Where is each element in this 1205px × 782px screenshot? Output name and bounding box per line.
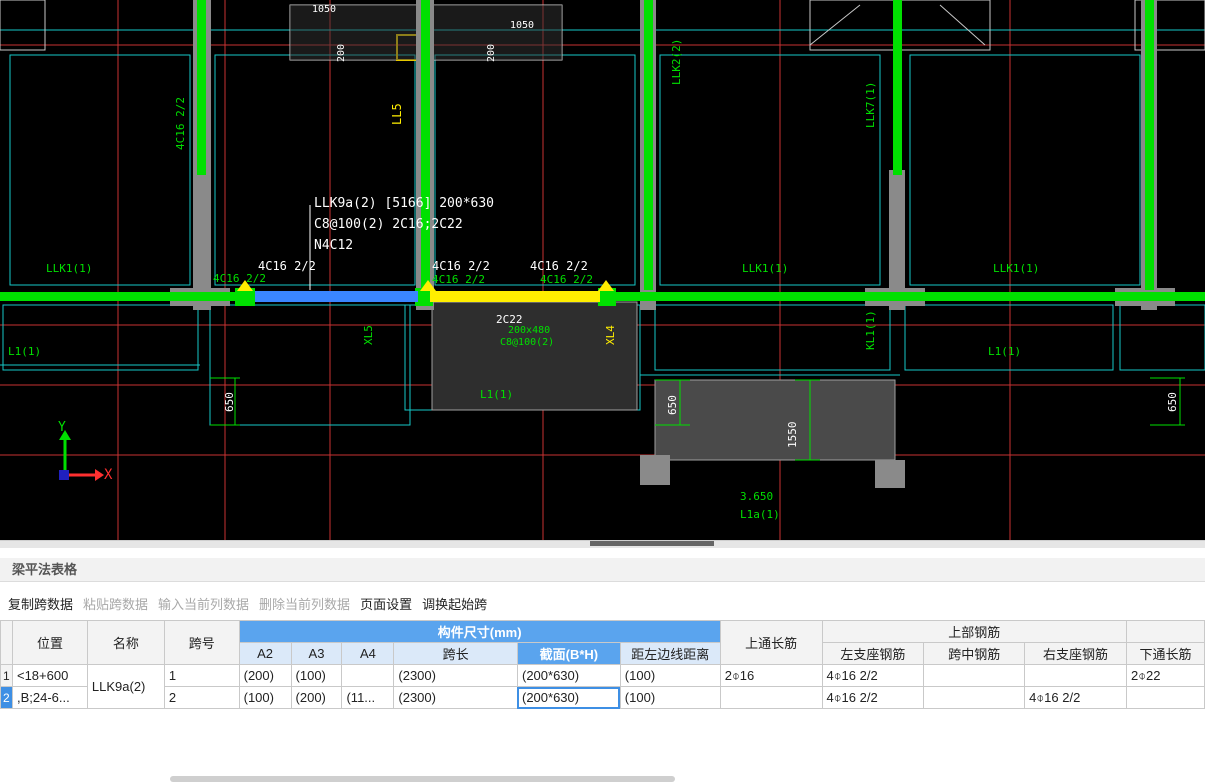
rebar-label-right-seg: 4C16 2/2 [540, 273, 593, 286]
axis-y-label: Y [58, 420, 66, 435]
beam-label-l1-right: L1(1) [988, 345, 1022, 358]
axis-x-label: X [104, 467, 113, 483]
cell-a3[interactable]: (100) [290, 664, 343, 687]
header-top-through: 上通长筋 [719, 620, 823, 665]
cell-a2[interactable]: (200) [238, 664, 292, 687]
cell-edge-distance[interactable]: (100) [619, 686, 721, 709]
header-section[interactable]: 截面(B*H) [516, 642, 621, 665]
beam-label-llk1-b: LLK1(1) [742, 262, 789, 275]
beam-size-label: 200x480 [508, 325, 551, 336]
cell-mid-span[interactable] [923, 664, 1026, 687]
copy-span-button[interactable]: 复制跨数据 [8, 594, 73, 613]
beam-label-l1-left: L1(1) [8, 345, 42, 358]
cell-span[interactable]: 2 [163, 686, 240, 709]
elevation-label: 3.650 [740, 490, 774, 503]
beam-label-xl5: XL5 [362, 325, 375, 345]
cell-section-selected[interactable]: (200*630) [516, 686, 621, 709]
cell-a2[interactable]: (100) [238, 686, 292, 709]
panel-title: 梁平法表格 [0, 558, 1205, 582]
dimension-200b: 200 [486, 43, 497, 62]
cell-position[interactable]: <18+600 [11, 664, 88, 687]
cell-bottom-through[interactable] [1125, 686, 1205, 709]
cell-span[interactable]: 1 [163, 664, 240, 687]
header-span: 跨号 [163, 620, 240, 665]
cell-a4[interactable] [341, 664, 395, 687]
cell-mid-span[interactable] [923, 686, 1026, 709]
cell-bottom-through[interactable]: 2⌽22 [1125, 664, 1205, 687]
rebar-label-mid-seg: 4C16 2/2 [432, 273, 485, 286]
cell-right-support[interactable]: 4⌽16 2/2 [1024, 686, 1127, 709]
cell-a4[interactable]: (11... [341, 686, 395, 709]
dimension-1050-left: 1050 [312, 4, 337, 15]
beam-label-kl1: KL1(1) [864, 310, 877, 350]
dimension-1050-right: 1050 [510, 20, 535, 31]
beam-label-llk2: LLK2(2) [670, 38, 683, 85]
cell-span-length[interactable]: (2300) [393, 664, 518, 687]
header-position: 位置 [11, 620, 88, 665]
header-span-length: 跨长 [393, 642, 518, 665]
rebar-label-right-top: 4C16 2/2 [530, 259, 588, 273]
beam-label-name: LLK9a(2) [5166] 200*630 [314, 196, 495, 211]
rebar-label-mid-top: 4C16 2/2 [432, 259, 490, 273]
header-bottom-through: 下通长筋 [1125, 642, 1205, 665]
beam-label-llk1-c: LLK1(1) [993, 262, 1040, 275]
cell-section[interactable]: (200*630) [516, 664, 621, 687]
beam-label-bottom: N4C12 [314, 238, 354, 253]
row-number[interactable]: 2 [0, 686, 13, 709]
delete-column-button[interactable]: 删除当前列数据 [259, 594, 350, 613]
cell-edge-distance[interactable]: (100) [619, 664, 721, 687]
cell-position[interactable]: ,B;24-6... [11, 686, 88, 709]
splitter-grip[interactable] [590, 541, 714, 546]
cell-span-length[interactable]: (2300) [393, 686, 518, 709]
cell-a3[interactable]: (200) [290, 686, 343, 709]
header-mid-span: 跨中钢筋 [923, 642, 1026, 665]
header-edge-distance: 距左边线距离 [619, 642, 721, 665]
cell-top-through[interactable] [719, 686, 823, 709]
input-column-button[interactable]: 输入当前列数据 [158, 594, 249, 613]
header-name: 名称 [86, 620, 165, 665]
beam-table: 位置 名称 跨号 构件尺寸(mm) 上通长筋 上部钢筋 A2 A3 A4 跨长 … [0, 620, 1205, 709]
dimension-1550: 1550 [786, 421, 799, 449]
header-right-support: 右支座钢筋 [1024, 642, 1127, 665]
beam-label-ll5: LL5 [390, 103, 404, 125]
header-a4: A4 [341, 642, 395, 665]
swap-start-span-button[interactable]: 调换起始跨 [422, 594, 487, 613]
cell-left-support[interactable]: 4⌽16 2/2 [821, 664, 925, 687]
corner-cell [0, 620, 13, 665]
header-a2: A2 [238, 642, 292, 665]
dimension-650-right: 650 [1166, 392, 1179, 412]
beam-table-panel: 梁平法表格 复制跨数据 粘贴跨数据 输入当前列数据 删除当前列数据 页面设置 调… [0, 548, 1205, 782]
beam-label-l1a: L1a(1) [740, 508, 780, 521]
cell-name[interactable]: LLK9a(2) [86, 664, 165, 709]
beam-label-l1-mid: L1(1) [480, 388, 514, 401]
cell-top-through[interactable]: 2⌽16 [719, 664, 823, 687]
beam-label-xl4: XL4 [604, 325, 617, 345]
header-top-group: 上部钢筋 [821, 620, 1127, 643]
header-bottom-group [1125, 620, 1205, 643]
cell-left-support[interactable]: 4⌽16 2/2 [821, 686, 925, 709]
dimension-650-left: 650 [223, 392, 236, 412]
row-number[interactable]: 1 [0, 664, 13, 687]
beam-label-stirrup: C8@100(2) 2C16;2C22 [314, 217, 463, 232]
header-a3: A3 [290, 642, 343, 665]
table-toolbar: 复制跨数据 粘贴跨数据 输入当前列数据 删除当前列数据 页面设置 调换起始跨 [0, 590, 489, 616]
beam-label-llk7: LLK7(1) [864, 81, 877, 128]
cell-right-support[interactable] [1024, 664, 1127, 687]
rebar-label-left-seg: 4C16 2/2 [213, 272, 266, 285]
header-dims-group: 构件尺寸(mm) [238, 620, 721, 643]
vertical-rebar-label: 4C16 2/2 [174, 97, 187, 150]
dimension-200: 200 [336, 43, 347, 62]
cad-drawing-canvas[interactable]: LLK9a(2) [5166] 200*630 C8@100(2) 2C16;2… [0, 0, 1205, 540]
beam-stirrup-label: C8@100(2) [500, 337, 555, 348]
table-row[interactable]: 1 <18+600 LLK9a(2) 1 (200) (100) (2300) … [0, 664, 1205, 709]
header-left-support: 左支座钢筋 [821, 642, 925, 665]
rebar-label-left-top: 4C16 2/2 [258, 259, 316, 273]
beam-label-llk1-a: LLK1(1) [46, 262, 93, 275]
dimension-650-mid: 650 [666, 395, 679, 415]
page-setup-button[interactable]: 页面设置 [360, 594, 412, 613]
horizontal-scrollbar[interactable] [170, 776, 675, 782]
paste-span-button[interactable]: 粘贴跨数据 [83, 594, 148, 613]
table-row[interactable]: 2 ,B;24-6... 2 (100) (200) (11... (2300)… [0, 686, 1205, 709]
